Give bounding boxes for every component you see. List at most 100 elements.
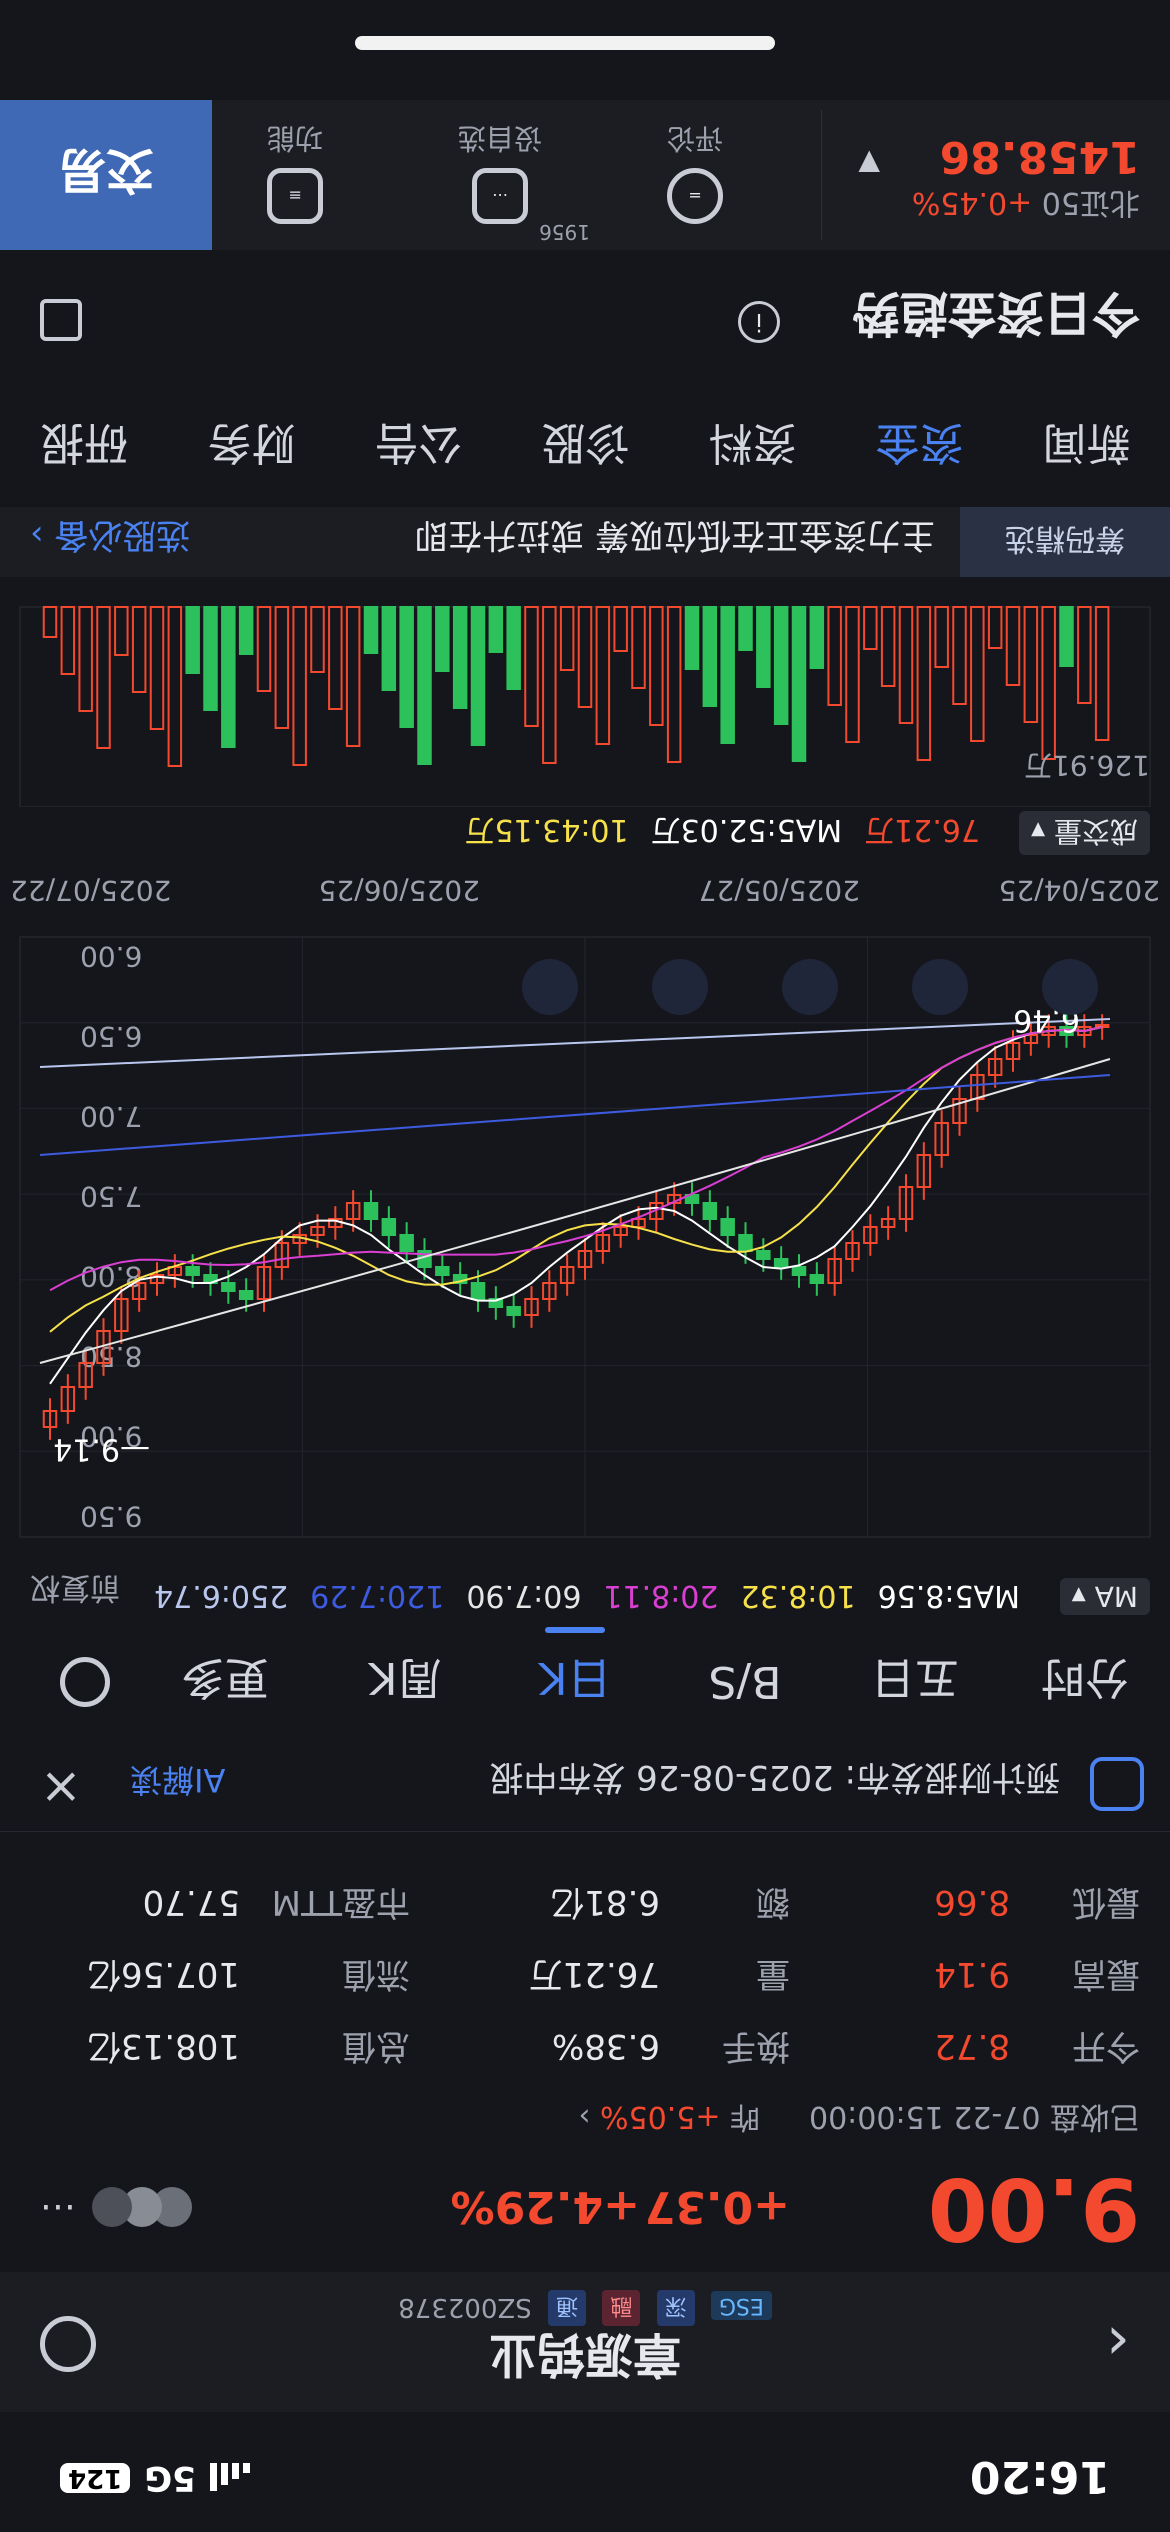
comment-button[interactable]: = 评论 (620, 120, 770, 224)
volume-bar (435, 606, 450, 672)
volume-bar (42, 606, 58, 638)
home-indicator[interactable] (355, 36, 775, 50)
candle-body (1094, 1024, 1110, 1028)
expand-icon[interactable] (40, 299, 82, 341)
volume-bar (702, 606, 718, 707)
volume-dropdown[interactable]: 成交量 ▾ (1019, 811, 1150, 855)
watchlist-button[interactable]: ⋯ 设自选 1956 (410, 120, 590, 244)
candle-body (238, 1290, 254, 1300)
volume-bar (1005, 606, 1021, 686)
ma10-value: 10:8.32 (740, 1578, 856, 1613)
stock-code: SZ002378 (398, 2292, 532, 2322)
tab-news[interactable]: 新闻 (1003, 387, 1170, 507)
tab-profile[interactable]: 资料 (669, 387, 836, 507)
volume-bar (791, 606, 807, 762)
stats-row-open: 今开 8.72 换手 6.38% 总值 108.13亿 (87, 2026, 1140, 2066)
high-annotation: —9.14 (53, 1431, 150, 1466)
status-icons: 5G 124 (60, 2458, 250, 2498)
volume-bar (756, 606, 771, 688)
volume-bar (863, 606, 878, 650)
volume-axis-max: 126.91万 (1024, 749, 1150, 782)
tab-more[interactable]: 更多 (130, 1627, 320, 1737)
zoom-out-icon[interactable] (782, 959, 838, 1015)
stats-row-high: 最高 9.14 量 76.21万 流值 107.56亿 (87, 1954, 1140, 1994)
volume-bar (542, 606, 557, 764)
tab-weekly-k[interactable]: 周K (320, 1627, 490, 1737)
tab-intraday[interactable]: 分时 (1000, 1627, 1170, 1737)
price-tick: 6.50 (80, 1020, 142, 1053)
ma5-line (49, 1026, 1103, 1385)
tab-diagnosis[interactable]: 诊股 (502, 387, 669, 507)
price-tick: 6.00 (80, 940, 142, 973)
volume-bar (559, 606, 575, 671)
volume-bar (470, 606, 486, 746)
close-icon[interactable]: × (40, 1759, 82, 1817)
tab-announcement[interactable]: 公告 (335, 387, 502, 507)
stats-rows: 今开 8.72 换手 6.38% 总值 108.13亿 最高 9.14 量 76… (30, 1866, 1140, 2082)
menu-button[interactable]: ≡ 功能 (220, 120, 370, 224)
volume-bar (952, 606, 967, 705)
volume-bar (987, 606, 1003, 649)
volume-bar (649, 606, 664, 726)
volume-bar (934, 606, 949, 668)
signal-icon (209, 2463, 250, 2493)
volume-bar (399, 606, 414, 728)
tab-five-day[interactable]: 五日 (830, 1627, 1000, 1737)
date-label: 2025/04/25 (998, 874, 1160, 907)
ma10-line (49, 1026, 1103, 1333)
volume-bar (131, 606, 147, 693)
adjust-type[interactable]: 前复权 (30, 1569, 120, 1613)
ma5-value: MA5:8.56 (877, 1578, 1020, 1613)
volume-bar (292, 606, 307, 766)
volume-bar (506, 606, 521, 690)
volume-bar (381, 606, 397, 691)
status-line: 已收盘 07-22 15:00:00 昨 +5.05% › (0, 2092, 1170, 2152)
more-icon[interactable]: ⋯ (40, 2187, 76, 2228)
battery-icon: 124 (60, 2463, 131, 2493)
settings-icon[interactable] (60, 1657, 110, 1707)
divider (821, 110, 822, 240)
tab-capital[interactable]: 资金 (836, 387, 1003, 507)
avatar-group[interactable]: ⋯ (40, 2187, 192, 2228)
collapse-icon[interactable] (1042, 959, 1098, 1015)
candle-body (381, 1218, 397, 1236)
price-tick: 9.50 (80, 1500, 142, 1533)
volume-bar (185, 606, 200, 674)
kline-chart[interactable]: 9.50 9.00 8.50 8.00 7.50 7.00 6.50 6.00 —9.14 6.4… (0, 917, 1170, 1557)
banner-link[interactable]: 选股必备 › (30, 514, 190, 563)
tab-daily-k[interactable]: 日K (490, 1627, 660, 1737)
tab-financial[interactable]: 财务 (168, 387, 335, 507)
promo-banner[interactable]: 筹码精选 主力资金正在低位吸筹 或拉升在即 选股必备 › (0, 507, 1170, 577)
volume-bar (78, 606, 93, 712)
candle-body (185, 1266, 200, 1276)
next-icon[interactable] (652, 959, 708, 1015)
ma20-value: 20:8.11 (603, 1578, 719, 1613)
trade-button[interactable]: 交易 (0, 100, 212, 250)
prev-icon[interactable] (522, 959, 578, 1015)
turnover-compare[interactable]: 昨 +5.05% › (578, 2098, 760, 2142)
volume-bar (238, 606, 254, 655)
volume-bar (488, 606, 504, 653)
ma-dropdown[interactable]: MA ▾ (1059, 1578, 1150, 1615)
avatar (92, 2187, 132, 2228)
tab-research[interactable]: 研报 (0, 387, 168, 507)
info-icon[interactable]: i (738, 301, 780, 343)
price-tick: 7.00 (80, 1100, 142, 1133)
bottom-bar: 北证50 +0.45% 1458.86 ▼ = 评论 ⋯ 设自选 1956 ≡ … (0, 100, 1170, 250)
chevron-down-icon[interactable]: ▼ (858, 147, 880, 180)
active-tab-underline (545, 1627, 605, 1633)
ma60-line (39, 1058, 1111, 1364)
market-status: 已收盘 07-22 15:00:00 (809, 2099, 1140, 2134)
volume-bar (1023, 606, 1039, 723)
banner-tag: 筹码精选 (960, 507, 1170, 577)
search-icon[interactable] (40, 2316, 96, 2372)
stats-grid: 今开 8.72 换手 6.38% 总值 108.13亿 最高 9.14 量 76… (0, 1842, 1170, 2092)
index-ticker[interactable]: 北证50 +0.45% (912, 184, 1140, 228)
date-label: 2025/07/22 (10, 874, 172, 907)
price-change: +0.37 (644, 2181, 790, 2232)
candle-body (399, 1234, 414, 1252)
ai-interpret-link[interactable]: AI解读 (130, 1759, 225, 1805)
tab-bs[interactable]: B/S (660, 1627, 830, 1737)
volume-bar (613, 606, 628, 652)
zoom-in-icon[interactable] (912, 959, 968, 1015)
